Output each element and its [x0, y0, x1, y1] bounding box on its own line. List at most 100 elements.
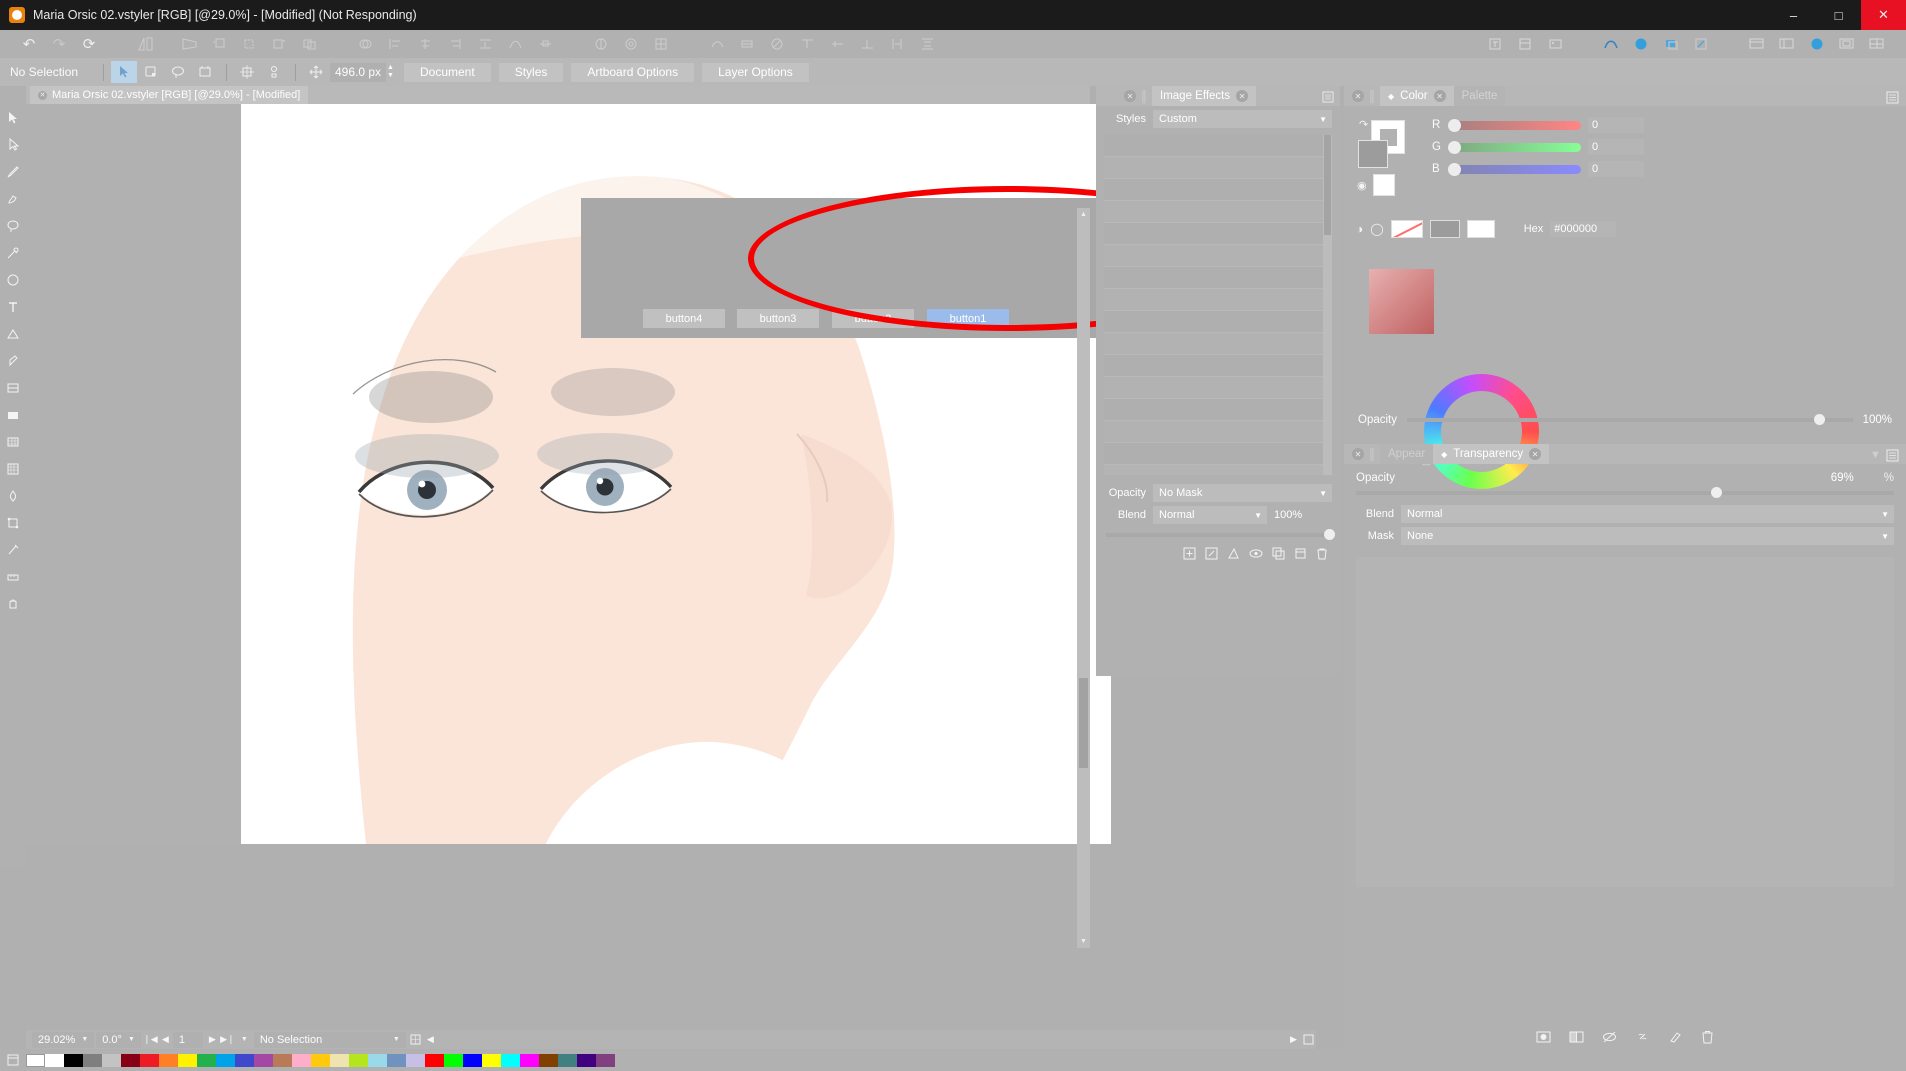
hand-tool-icon[interactable]: [0, 590, 26, 617]
lasso-icon[interactable]: [165, 61, 191, 83]
tab-image-effects[interactable]: Image Effects ✕: [1152, 86, 1257, 106]
channel-value-r[interactable]: 0: [1588, 117, 1644, 133]
palette-swatch-28[interactable]: [577, 1053, 596, 1067]
tab-transparency[interactable]: ◆ Transparency ✕: [1433, 444, 1550, 464]
undo-icon[interactable]: ↶: [17, 33, 41, 55]
shape-tool-icon[interactable]: [0, 320, 26, 347]
snap-grid-icon[interactable]: [589, 33, 613, 55]
previous-view-icon[interactable]: ◀: [423, 1031, 438, 1048]
tab-color[interactable]: ◆ Color ✕: [1380, 86, 1454, 106]
palette-swatch-27[interactable]: [558, 1053, 577, 1067]
scroll-up-icon[interactable]: ▲: [1077, 208, 1090, 221]
duplicate-rotate-icon[interactable]: [267, 33, 291, 55]
transparency-blend-select[interactable]: Normal ▼: [1401, 505, 1894, 523]
palette-swatch-5[interactable]: [140, 1053, 159, 1067]
align-center-icon[interactable]: [413, 33, 437, 55]
link-icon[interactable]: [1635, 1030, 1650, 1047]
sort-icon[interactable]: ◆: [1441, 450, 1447, 459]
palette-swatch-1[interactable]: [64, 1053, 83, 1067]
styles-select[interactable]: Custom ▼: [1153, 110, 1332, 128]
palette-swatch-0[interactable]: [45, 1053, 64, 1067]
distribute-v-icon[interactable]: [885, 33, 909, 55]
swatch-none[interactable]: [26, 1053, 45, 1067]
alpha-icon[interactable]: ◑: [1356, 222, 1363, 236]
transparency-opacity-knob[interactable]: [1711, 487, 1723, 498]
layers-panel-icon[interactable]: [1513, 33, 1537, 55]
resize-grip-icon[interactable]: [1301, 1031, 1316, 1048]
stroke-style-icon[interactable]: [705, 33, 729, 55]
dropdown-icon[interactable]: ▼: [1870, 449, 1881, 461]
artboard-options-button[interactable]: Artboard Options: [571, 62, 695, 82]
effects-list[interactable]: [1104, 135, 1332, 475]
grid-tool-icon[interactable]: [0, 455, 26, 482]
last-page-icon[interactable]: ▶❘: [220, 1031, 235, 1048]
canvas-button-4[interactable]: button4: [643, 309, 725, 328]
document-tab[interactable]: ✕ Maria Orsic 02.vstyler [RGB] [@29.0%] …: [30, 86, 309, 104]
slice-tool-icon[interactable]: [0, 536, 26, 563]
styles-button[interactable]: Styles: [498, 62, 564, 82]
page-number-field[interactable]: 1: [172, 1031, 203, 1048]
align-icon[interactable]: [133, 33, 157, 55]
effect-row[interactable]: [1104, 355, 1332, 377]
effect-opacity-slider[interactable]: [1106, 529, 1335, 540]
panel-menu-icon[interactable]: [1322, 91, 1334, 102]
align-right-icon[interactable]: [443, 33, 467, 55]
palette-swatch-21[interactable]: [444, 1053, 463, 1067]
hex-input[interactable]: #000000: [1550, 221, 1617, 237]
palette-swatch-25[interactable]: [520, 1053, 539, 1067]
palette-swatch-29[interactable]: [596, 1053, 615, 1067]
view-mode-icon[interactable]: [1775, 33, 1799, 55]
palette-menu-icon[interactable]: [0, 1049, 26, 1071]
effect-mask-select[interactable]: No Mask ▼: [1153, 484, 1332, 502]
transparency-preview-area[interactable]: [1356, 557, 1894, 887]
channel-slider-r[interactable]: [1448, 118, 1581, 132]
radio-icon[interactable]: ◉: [1357, 179, 1367, 192]
effect-row[interactable]: [1104, 399, 1332, 421]
layer-options-button[interactable]: Layer Options: [702, 62, 809, 82]
chevron-down-icon[interactable]: ▼: [128, 1036, 135, 1043]
white-swatch[interactable]: [1372, 174, 1395, 196]
text-tool-icon[interactable]: [0, 293, 26, 320]
rotate-icon[interactable]: [237, 33, 261, 55]
minimize-button[interactable]: –: [1771, 0, 1816, 30]
scroll-down-icon[interactable]: ▼: [1077, 935, 1090, 948]
palette-swatch-11[interactable]: [254, 1053, 273, 1067]
palette-swatch-26[interactable]: [539, 1053, 558, 1067]
eyedropper-tool-icon[interactable]: [0, 239, 26, 266]
move-icon[interactable]: [303, 61, 329, 83]
visibility-icon[interactable]: [1249, 547, 1263, 563]
channel-slider-b[interactable]: [1448, 162, 1581, 176]
path-edit-icon[interactable]: [503, 33, 527, 55]
effect-row[interactable]: [1104, 201, 1332, 223]
first-page-icon[interactable]: ❘◀: [143, 1031, 158, 1048]
vertical-scroll-thumb[interactable]: [1079, 678, 1088, 768]
shape-boolean-icon[interactable]: [353, 33, 377, 55]
invert-mask-icon[interactable]: [1569, 1030, 1584, 1047]
add-effect-icon[interactable]: [1183, 547, 1196, 563]
perspective-icon[interactable]: [177, 33, 201, 55]
effects-icon[interactable]: [765, 33, 789, 55]
transparency-opacity-slider[interactable]: [1356, 487, 1894, 498]
palette-swatch-9[interactable]: [216, 1053, 235, 1067]
preview-circle-icon[interactable]: [1805, 33, 1829, 55]
palette-swatch-2[interactable]: [83, 1053, 102, 1067]
ellipse-tool-icon[interactable]: [0, 266, 26, 293]
swap-colors-icon[interactable]: ↷: [1359, 118, 1368, 131]
effect-row[interactable]: [1104, 421, 1332, 443]
channel-value-g[interactable]: 0: [1588, 139, 1644, 155]
chevron-down-icon[interactable]: ▼: [393, 1036, 400, 1043]
effect-row[interactable]: [1104, 157, 1332, 179]
effect-row[interactable]: [1104, 179, 1332, 201]
fullscreen-icon[interactable]: [1835, 33, 1859, 55]
refresh-icon[interactable]: ⟳: [77, 33, 101, 55]
image-panel-icon[interactable]: [1543, 33, 1567, 55]
table-tool-icon[interactable]: [0, 428, 26, 455]
artboard[interactable]: button4 button3 button2 button1: [241, 104, 1111, 844]
palette-swatch-12[interactable]: [273, 1053, 292, 1067]
pen-edit-icon[interactable]: [1689, 33, 1713, 55]
crop-frame-icon[interactable]: [192, 61, 218, 83]
redo-icon[interactable]: ↷: [47, 33, 71, 55]
blur-tool-icon[interactable]: [0, 482, 26, 509]
edit-effect-icon[interactable]: [1205, 547, 1218, 563]
pointer-tool-icon[interactable]: [0, 104, 26, 131]
